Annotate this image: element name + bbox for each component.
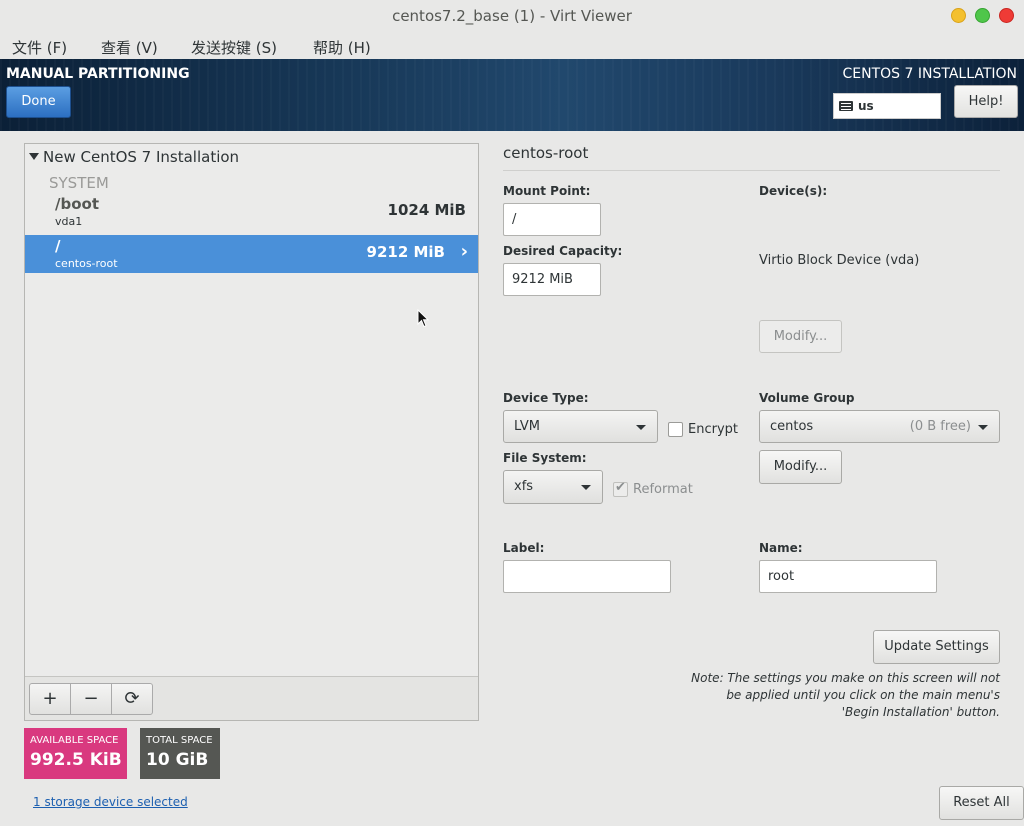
partition-row-root[interactable]: / centos-root 9212 MiB › [25,235,478,273]
device-type-value: LVM [514,419,540,434]
section-label-system: SYSTEM [49,174,109,192]
installation-group-header[interactable]: New CentOS 7 Installation [29,148,239,166]
window-title: centos7.2_base (1) - Virt Viewer [392,7,632,25]
reformat-label: Reformat [633,482,693,497]
settings-note: Note: The settings you make on this scre… [691,671,1000,719]
encrypt-checkbox[interactable]: Encrypt [668,422,738,437]
partition-size: 9212 MiB [366,243,445,261]
expander-triangle-icon[interactable] [29,153,39,160]
menu-help[interactable]: 帮助 (H) [313,37,371,58]
minimize-button[interactable] [951,8,966,23]
label-input[interactable] [503,560,671,593]
partition-mount-point: /boot [55,195,99,213]
partition-tree-pane: New CentOS 7 Installation SYSTEM /boot v… [24,143,479,721]
partition-device: vda1 [55,215,83,228]
total-space-box: TOTAL SPACE 10 GiB [140,728,220,779]
mouse-cursor-icon [417,309,429,328]
keyboard-icon [839,101,853,111]
device-name: Virtio Block Device (vda) [759,253,920,268]
menu-bar: 文件 (F) 查看 (V) 发送按键 (S) 帮助 (H) [0,32,1024,59]
available-space-box: AVAILABLE SPACE 992.5 KiB [24,728,127,779]
reset-all-button[interactable]: Reset All [939,786,1024,820]
dropdown-arrow-icon [636,425,646,430]
label-field-label: Label: [503,541,545,555]
volume-group-value: centos [770,419,814,434]
partition-mount-point: / [55,237,61,255]
close-button[interactable] [999,8,1014,23]
menu-view[interactable]: 查看 (V) [101,37,158,58]
file-system-label: File System: [503,451,587,465]
checkmark-icon: ✔ [615,480,626,495]
menu-file[interactable]: 文件 (F) [12,37,67,58]
desired-capacity-label: Desired Capacity: [503,244,623,258]
divider [503,170,1000,171]
available-space-label: AVAILABLE SPACE [30,735,119,746]
checkbox-box[interactable] [668,422,683,437]
modify-devices-button[interactable]: Modify... [759,320,842,353]
menu-send-key[interactable]: 发送按键 (S) [191,37,277,58]
page-title: MANUAL PARTITIONING [6,66,190,82]
partition-row-boot[interactable]: /boot vda1 1024 MiB [25,193,478,231]
keyboard-layout-label: us [858,99,874,113]
add-partition-button[interactable]: + [29,683,71,715]
product-title: CENTOS 7 INSTALLATION [842,66,1017,82]
reformat-checkbox[interactable]: ✔ Reformat [613,480,693,497]
window-titlebar: centos7.2_base (1) - Virt Viewer [0,0,1024,32]
name-field-label: Name: [759,541,803,555]
file-system-value: xfs [514,479,534,494]
partition-toolbar: + − ⟳ [25,676,478,720]
volume-group-free-space: (0 B free) [909,419,971,434]
dropdown-arrow-icon [581,485,591,490]
checkbox-box[interactable]: ✔ [613,480,628,497]
dropdown-arrow-icon [978,425,988,430]
volume-group-select[interactable]: centos (0 B free) [759,410,1000,443]
devices-label: Device(s): [759,184,828,198]
refresh-icon[interactable]: ⟳ [111,683,153,715]
partition-size: 1024 MiB [387,201,466,219]
total-space-value: 10 GiB [146,750,209,770]
chevron-right-icon: › [460,241,468,262]
total-space-label: TOTAL SPACE [146,735,213,746]
installation-group-label: New CentOS 7 Installation [43,148,240,166]
device-type-label: Device Type: [503,391,589,405]
remove-partition-button[interactable]: − [70,683,112,715]
partition-device: centos-root [55,257,118,270]
update-settings-button[interactable]: Update Settings [873,630,1000,664]
keyboard-layout-indicator[interactable]: us [833,93,941,119]
mount-point-input[interactable]: / [503,203,601,236]
help-button[interactable]: Help! [954,85,1018,118]
encrypt-label: Encrypt [688,422,738,437]
device-type-select[interactable]: LVM [503,410,658,443]
file-system-select[interactable]: xfs [503,470,603,504]
storage-devices-link[interactable]: 1 storage device selected [33,795,188,809]
selected-partition-title: centos-root [503,144,589,162]
desired-capacity-input[interactable]: 9212 MiB [503,263,601,296]
mount-point-label: Mount Point: [503,184,591,198]
modify-volume-group-button[interactable]: Modify... [759,450,842,484]
volume-group-label: Volume Group [759,391,855,405]
maximize-button[interactable] [975,8,990,23]
done-button[interactable]: Done [6,86,71,118]
name-input[interactable]: root [759,560,937,593]
available-space-value: 992.5 KiB [30,750,122,770]
